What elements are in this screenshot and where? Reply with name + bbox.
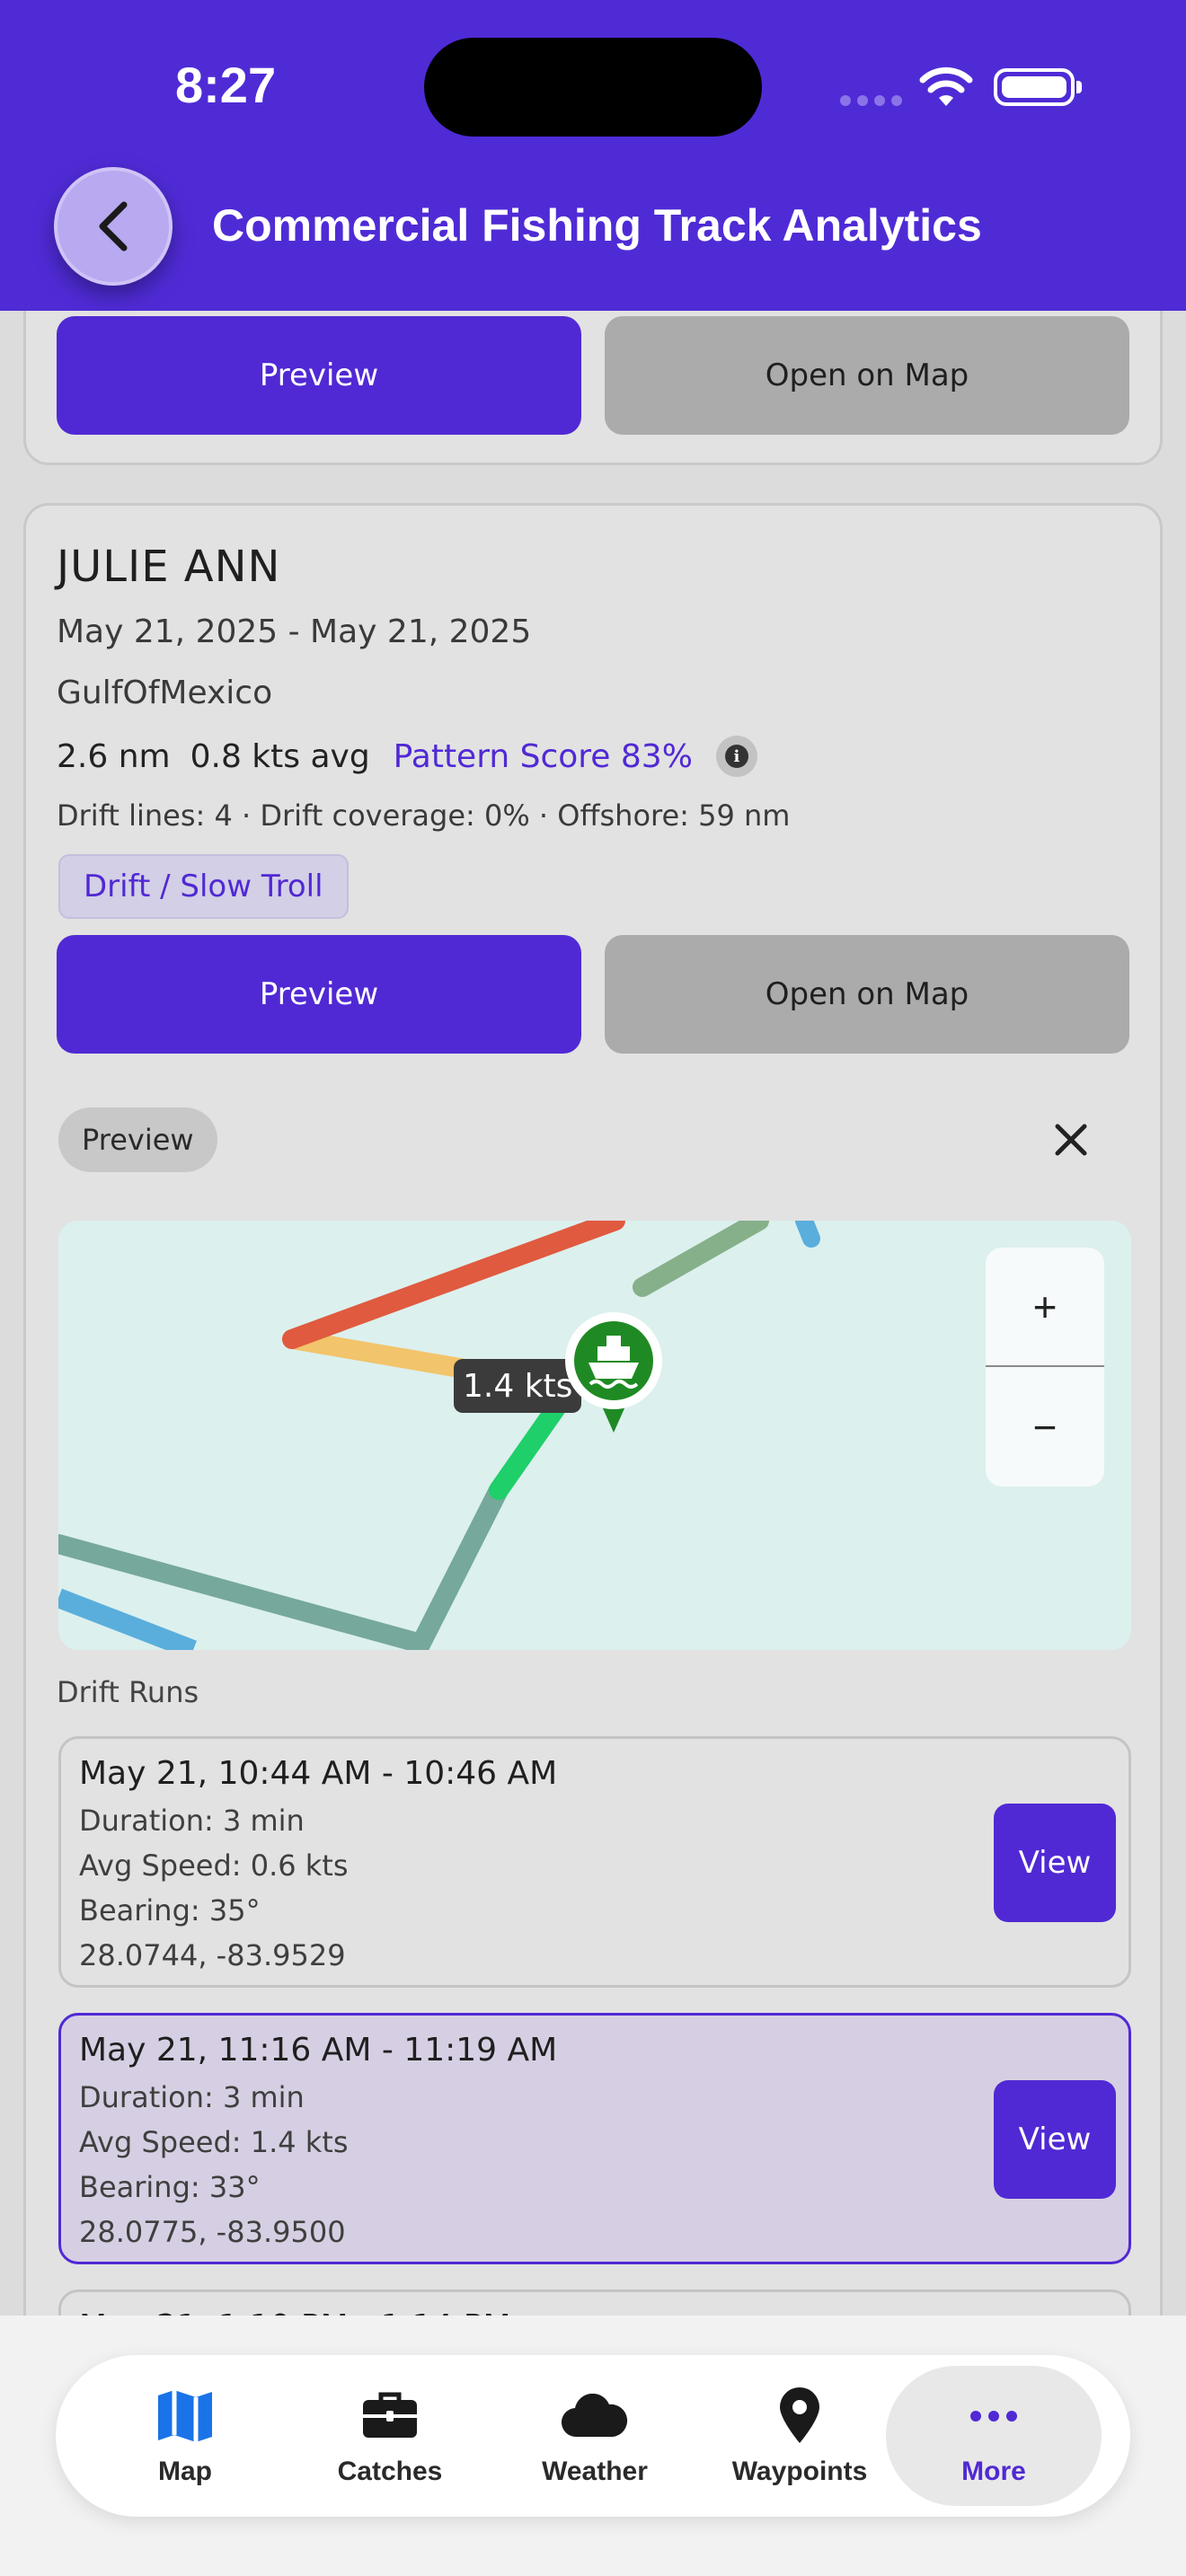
drift-run-item-selected[interactable]: May 21, 11:16 AM - 11:19 AM Duration: 3 … bbox=[58, 2013, 1131, 2264]
run-speed: Avg Speed: 1.4 kts bbox=[79, 2125, 349, 2159]
tab-label: Map bbox=[158, 2457, 212, 2486]
drift-run-item[interactable]: May 21, 10:44 AM - 10:46 AM Duration: 3 … bbox=[58, 1736, 1131, 1988]
drift-runs-label: Drift Runs bbox=[57, 1675, 199, 1709]
tab-bar: Map Catches Weather Waypoints More bbox=[56, 2355, 1130, 2517]
preview-button[interactable]: Preview bbox=[57, 316, 581, 435]
zoom-in-button[interactable]: + bbox=[986, 1248, 1104, 1367]
open-on-map-button[interactable]: Open on Map bbox=[605, 316, 1129, 435]
run-bearing: Bearing: 33° bbox=[79, 2170, 261, 2204]
tab-waypoints[interactable]: Waypoints bbox=[692, 2366, 907, 2506]
run-duration: Duration: 3 min bbox=[79, 2080, 305, 2114]
open-on-map-button[interactable]: Open on Map bbox=[605, 935, 1129, 1054]
preview-button[interactable]: Preview bbox=[57, 935, 581, 1054]
zoom-out-button[interactable]: − bbox=[986, 1367, 1104, 1486]
track-card-julie-ann: JULIE ANN May 21, 2025 - May 21, 2025 Gu… bbox=[23, 503, 1163, 2541]
view-button[interactable]: View bbox=[994, 2080, 1116, 2199]
tab-label: Weather bbox=[542, 2457, 648, 2486]
tab-more[interactable]: More bbox=[886, 2366, 1102, 2506]
back-button[interactable] bbox=[54, 167, 173, 286]
stats-row: 2.6 nm 0.8 kts avg Pattern Score 83% i bbox=[57, 736, 757, 777]
region: GulfOfMexico bbox=[57, 675, 273, 711]
tab-weather[interactable]: Weather bbox=[487, 2366, 703, 2506]
tab-label: Catches bbox=[337, 2457, 443, 2486]
battery-icon bbox=[994, 68, 1082, 106]
run-title: May 21, 11:16 AM - 11:19 AM bbox=[79, 2032, 558, 2069]
view-button[interactable]: View bbox=[994, 1804, 1116, 1922]
run-coords: 28.0775, -83.9500 bbox=[79, 2215, 346, 2249]
briefcase-icon bbox=[363, 2392, 417, 2438]
map-icon bbox=[158, 2390, 212, 2442]
avg-speed: 0.8 kts avg bbox=[190, 737, 370, 775]
pin-icon bbox=[780, 2387, 819, 2443]
tab-map[interactable]: Map bbox=[77, 2366, 293, 2506]
tab-catches[interactable]: Catches bbox=[282, 2366, 498, 2506]
run-bearing: Bearing: 35° bbox=[79, 1893, 261, 1928]
pattern-score: Pattern Score 83% bbox=[393, 737, 693, 775]
more-icon bbox=[970, 2411, 1017, 2422]
cloud-icon bbox=[562, 2394, 628, 2438]
run-speed: Avg Speed: 0.6 kts bbox=[79, 1848, 349, 1883]
tab-label: More bbox=[961, 2457, 1026, 2486]
zoom-control: + − bbox=[986, 1248, 1104, 1486]
run-duration: Duration: 3 min bbox=[79, 1804, 305, 1838]
app-header: 8:27 Commercial Fishing Track Analytics bbox=[0, 0, 1186, 311]
cellular-signal-icon bbox=[840, 94, 908, 110]
preview-chip: Preview bbox=[58, 1107, 217, 1172]
vessel-name: JULIE ANN bbox=[57, 542, 281, 592]
dynamic-island bbox=[424, 38, 762, 137]
date-range: May 21, 2025 - May 21, 2025 bbox=[57, 613, 532, 650]
run-title: May 21, 10:44 AM - 10:46 AM bbox=[79, 1755, 558, 1792]
boat-marker-icon[interactable] bbox=[563, 1310, 664, 1438]
run-coords: 28.0744, -83.9529 bbox=[79, 1938, 346, 1972]
chevron-left-icon bbox=[99, 201, 128, 251]
status-time: 8:27 bbox=[175, 57, 277, 113]
track-map[interactable]: 1.4 kts + − bbox=[58, 1221, 1131, 1650]
pattern-tag: Drift / Slow Troll bbox=[58, 854, 349, 919]
wifi-icon bbox=[919, 66, 973, 106]
close-icon[interactable] bbox=[1050, 1119, 1092, 1160]
info-icon[interactable]: i bbox=[715, 736, 757, 777]
drift-meta: Drift lines: 4 · Drift coverage: 0% · Of… bbox=[57, 798, 791, 833]
tab-label: Waypoints bbox=[731, 2457, 868, 2486]
distance: 2.6 nm bbox=[57, 737, 171, 775]
page-title: Commercial Fishing Track Analytics bbox=[212, 200, 982, 251]
